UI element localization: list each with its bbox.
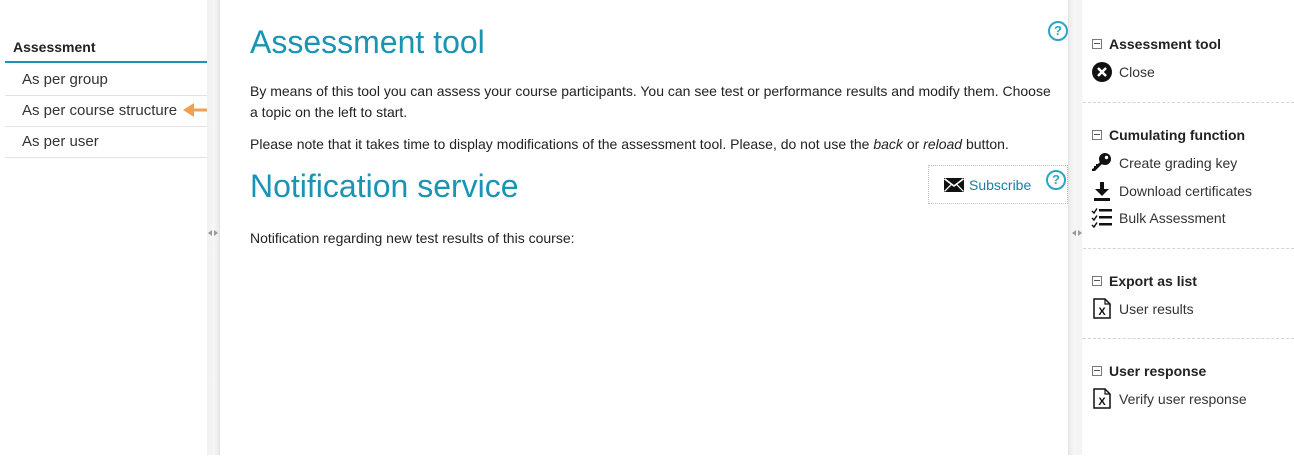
nav-header-assessment: Assessment bbox=[5, 36, 207, 63]
svg-text:X: X bbox=[1098, 306, 1106, 318]
collapse-icon bbox=[1092, 276, 1102, 286]
help-icon[interactable]: ? bbox=[1048, 21, 1068, 41]
toolbox-header-label: Cumulating function bbox=[1109, 127, 1246, 143]
toolbox-item-label: Bulk Assessment bbox=[1119, 209, 1226, 226]
notification-text: Notification regarding new test results … bbox=[250, 230, 575, 246]
note-or-word: or bbox=[902, 136, 924, 152]
toolbox-item-verify-user-response[interactable]: X Verify user response bbox=[1091, 388, 1247, 409]
toolbox-item-label: Create grading key bbox=[1119, 154, 1238, 171]
download-icon bbox=[1091, 180, 1112, 201]
collapse-icon bbox=[1092, 366, 1102, 376]
toolbox-header-cumulating-function[interactable]: Cumulating function bbox=[1092, 127, 1245, 143]
excel-file-icon: X bbox=[1091, 298, 1112, 319]
main-content: Assessment tool ? By means of this tool … bbox=[221, 0, 1068, 455]
collapse-icon bbox=[1092, 39, 1102, 49]
nav-item-as-per-group[interactable]: As per group bbox=[5, 65, 207, 96]
toolbox-header-label: User response bbox=[1109, 363, 1207, 379]
right-splitter[interactable] bbox=[1068, 0, 1082, 455]
close-icon bbox=[1091, 61, 1112, 82]
note-text-after: button. bbox=[962, 136, 1009, 152]
left-splitter[interactable] bbox=[207, 0, 220, 455]
toolbox-header-export-as-list[interactable]: Export as list bbox=[1092, 273, 1197, 289]
left-navigation: Assessment As per group As per course st… bbox=[0, 0, 207, 455]
toolbox-item-label: Download certificates bbox=[1119, 182, 1253, 199]
intro-text: By means of this tool you can assess you… bbox=[250, 83, 1051, 120]
notification-service-title: Notification service bbox=[250, 168, 519, 204]
toolbox-header-assessment-tool[interactable]: Assessment tool bbox=[1092, 36, 1221, 52]
note-text-before: Please note that it takes time to displa… bbox=[250, 136, 874, 152]
toolbox: Assessment tool Close Cumulating functio… bbox=[1083, 0, 1294, 455]
toolbox-section-assessment-tool: Assessment tool Close bbox=[1083, 0, 1294, 102]
drag-grip-icon bbox=[1072, 230, 1082, 236]
toolbox-item-label: Verify user response bbox=[1119, 390, 1247, 407]
toolbox-item-label: Close bbox=[1119, 63, 1155, 80]
toolbox-item-download-certificates[interactable]: Download certificates bbox=[1091, 180, 1252, 201]
toolbox-item-label: User results bbox=[1119, 300, 1194, 317]
note-text: Please note that it takes time to displa… bbox=[250, 134, 1058, 155]
toolbox-item-create-grading-key[interactable]: Create grading key bbox=[1091, 152, 1237, 173]
nav-item-as-per-user[interactable]: As per user bbox=[5, 127, 207, 158]
toolbox-section-export-as-list: Export as list X User results bbox=[1083, 248, 1294, 339]
collapse-icon bbox=[1092, 130, 1102, 140]
drag-grip-icon bbox=[208, 230, 218, 236]
page-title: Assessment tool bbox=[250, 24, 485, 60]
note-back-word: back bbox=[873, 136, 903, 152]
nav-item-as-per-course-structure[interactable]: As per course structure bbox=[5, 96, 207, 127]
svg-text:X: X bbox=[1098, 396, 1106, 408]
excel-file-icon: X bbox=[1091, 388, 1112, 409]
toolbox-item-user-results[interactable]: X User results bbox=[1091, 298, 1194, 319]
toolbox-item-close[interactable]: Close bbox=[1091, 61, 1155, 82]
toolbox-section-user-response: User response X Verify user response bbox=[1083, 338, 1294, 456]
note-reload-word: reload bbox=[923, 136, 963, 152]
toolbox-header-user-response[interactable]: User response bbox=[1092, 363, 1206, 379]
toolbox-section-cumulating-function: Cumulating function Create grading key D… bbox=[1083, 102, 1294, 249]
help-icon[interactable]: ? bbox=[1046, 170, 1066, 190]
toolbox-item-bulk-assessment[interactable]: Bulk Assessment bbox=[1091, 207, 1226, 228]
subscribe-label: Subscribe bbox=[969, 177, 1032, 193]
envelope-icon bbox=[944, 178, 964, 192]
toolbox-header-label: Export as list bbox=[1109, 273, 1197, 289]
toolbox-header-label: Assessment tool bbox=[1109, 36, 1222, 52]
subscribe-link[interactable]: Subscribe bbox=[944, 177, 1031, 193]
key-icon bbox=[1091, 152, 1112, 173]
checklist-icon bbox=[1091, 207, 1112, 228]
